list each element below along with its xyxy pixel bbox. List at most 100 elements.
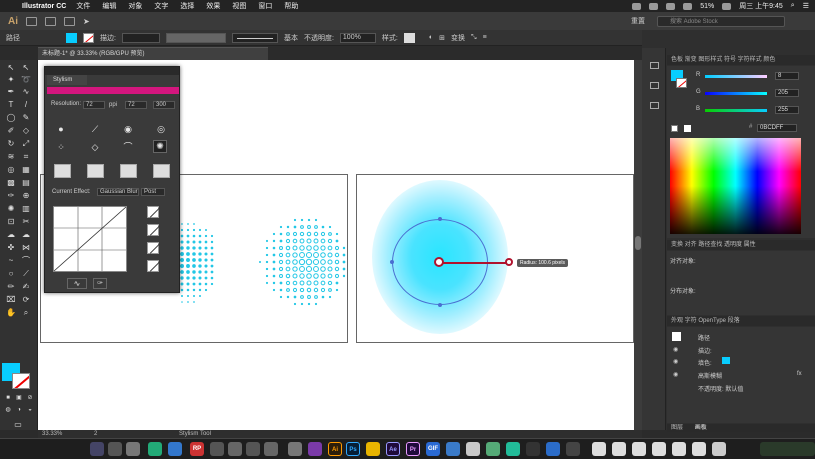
app-icon[interactable]	[210, 442, 224, 456]
safari-icon[interactable]	[126, 442, 140, 456]
panel-icon[interactable]	[650, 102, 659, 109]
outer-glow-icon[interactable]: ◎	[155, 124, 167, 134]
app-icon[interactable]	[228, 442, 242, 456]
curve-preset-button[interactable]	[147, 206, 159, 218]
anchor-point[interactable]	[390, 260, 394, 264]
aftereffects-dock-icon[interactable]: Ae	[386, 442, 400, 456]
sketch-icon[interactable]	[366, 442, 380, 456]
visibility-eye-icon[interactable]: ◉	[673, 346, 678, 353]
anchor-point[interactable]	[438, 303, 442, 307]
app-icon[interactable]	[308, 442, 322, 456]
app-icon[interactable]	[246, 442, 260, 456]
color-panel-tabs[interactable]: 色板 渐变 图形样式 符号 字符样式 颜色	[667, 55, 815, 65]
color-spectrum[interactable]	[670, 138, 801, 234]
document-icon[interactable]	[612, 442, 626, 456]
resolution-input[interactable]: 72	[83, 101, 105, 109]
effect-slot[interactable]	[153, 164, 170, 178]
radius-handle[interactable]	[505, 258, 513, 266]
illustrator-dock-icon[interactable]: Ai	[328, 442, 342, 456]
color-stroke-swatch[interactable]	[676, 78, 687, 88]
appearance-panel-tabs[interactable]: 外观 字符 OpenType 段落	[667, 316, 815, 326]
app-icon[interactable]	[446, 442, 460, 456]
none-swatch[interactable]	[671, 125, 678, 132]
appearance-fill-swatch[interactable]	[722, 357, 730, 364]
g-slider[interactable]	[705, 92, 767, 95]
document-icon[interactable]	[632, 442, 646, 456]
feather-icon[interactable]: ⟋	[89, 124, 101, 134]
app-icon[interactable]	[264, 442, 278, 456]
scribble-icon[interactable]: ⁘	[55, 142, 67, 152]
app-icon[interactable]	[506, 442, 520, 456]
halftone-dot	[186, 228, 190, 232]
effect-slot[interactable]	[54, 164, 71, 178]
curve-preset-button[interactable]	[147, 260, 159, 272]
b-value[interactable]: 255	[775, 106, 799, 114]
halftone-dot	[186, 294, 190, 298]
panel-icon[interactable]	[650, 82, 659, 89]
center-handle[interactable]	[434, 257, 444, 267]
app-icon[interactable]	[546, 442, 560, 456]
b-slider[interactable]	[705, 109, 767, 112]
inner-glow-icon[interactable]: ◉	[122, 124, 134, 134]
appearance-fill-label[interactable]: 填色:	[698, 358, 712, 367]
app-icon[interactable]	[526, 442, 540, 456]
document-icon[interactable]	[692, 442, 706, 456]
fx-icon[interactable]: fx	[797, 371, 802, 377]
g-value[interactable]: 205	[775, 89, 799, 97]
gaussian-blur-icon[interactable]: ✺	[153, 140, 167, 153]
resolution-72-button[interactable]: 72	[125, 101, 147, 109]
finder-icon[interactable]	[90, 442, 104, 456]
curve-graph[interactable]	[53, 206, 127, 272]
opacity-default-label[interactable]: 不透明度: 默认值	[698, 384, 743, 393]
halftone-dot	[307, 218, 311, 222]
photoshop-dock-icon[interactable]: Ps	[346, 442, 360, 456]
anchor-point[interactable]	[438, 217, 442, 221]
artboards-tab[interactable]: 画板	[695, 425, 707, 431]
rp-app-icon[interactable]: RP	[190, 442, 204, 456]
panel-titlebar[interactable]	[45, 67, 179, 75]
wechat-icon[interactable]	[148, 442, 162, 456]
smooth-curve-button[interactable]: ∿	[67, 278, 87, 289]
appearance-stroke-label[interactable]: 描边:	[698, 346, 712, 355]
halftone-dot	[306, 273, 312, 279]
panel-icon[interactable]	[650, 62, 659, 69]
current-effect-dropdown[interactable]: Gaussian Blur	[97, 188, 139, 196]
premiere-dock-icon[interactable]: Pr	[406, 442, 420, 456]
app-icon[interactable]	[566, 442, 580, 456]
effect-slot[interactable]	[87, 164, 104, 178]
effect-slot[interactable]	[120, 164, 137, 178]
app-icon[interactable]	[486, 442, 500, 456]
document-icon[interactable]	[592, 442, 606, 456]
stylism-tab[interactable]: Stylism	[47, 75, 87, 85]
halftone-dot	[187, 301, 189, 303]
curve-preset-button[interactable]	[147, 224, 159, 236]
resolution-300-button[interactable]: 300	[153, 101, 175, 109]
drop-shadow-icon[interactable]: ●	[55, 124, 67, 134]
gif-dock-icon[interactable]: GIF	[426, 442, 440, 456]
zoom-level[interactable]: 33.33%	[42, 431, 62, 437]
hex-value[interactable]: 0BCDFF	[757, 124, 797, 132]
document-icon[interactable]	[672, 442, 686, 456]
layers-tab[interactable]: 图层	[671, 425, 683, 431]
visibility-eye-icon[interactable]: ◉	[673, 358, 678, 365]
post-dropdown[interactable]: Post	[141, 188, 165, 196]
align-panel-tabs[interactable]: 变换 对齐 路径查找 透明度 属性	[667, 240, 815, 250]
r-slider[interactable]	[705, 75, 767, 78]
trash-icon[interactable]	[712, 442, 726, 456]
distort-icon[interactable]: ◇	[89, 142, 101, 152]
qq-icon[interactable]	[168, 442, 182, 456]
white-swatch[interactable]	[684, 125, 691, 132]
scrollbar-thumb[interactable]	[635, 236, 641, 250]
artboard-number[interactable]: 2	[94, 431, 97, 437]
round-corners-icon[interactable]: ⌒	[122, 142, 134, 152]
launchpad-icon[interactable]	[108, 442, 122, 456]
visibility-eye-icon[interactable]: ◉	[673, 371, 678, 378]
curve-preset-button[interactable]	[147, 242, 159, 254]
app-icon[interactable]	[466, 442, 480, 456]
document-icon[interactable]	[652, 442, 666, 456]
r-value[interactable]: 8	[775, 72, 799, 80]
eyedropper-button[interactable]: ✑	[93, 278, 107, 289]
app-icon[interactable]	[288, 442, 302, 456]
gaussian-blur-effect[interactable]: 高斯模糊	[698, 371, 722, 380]
vertical-scrollbar[interactable]	[634, 60, 642, 430]
